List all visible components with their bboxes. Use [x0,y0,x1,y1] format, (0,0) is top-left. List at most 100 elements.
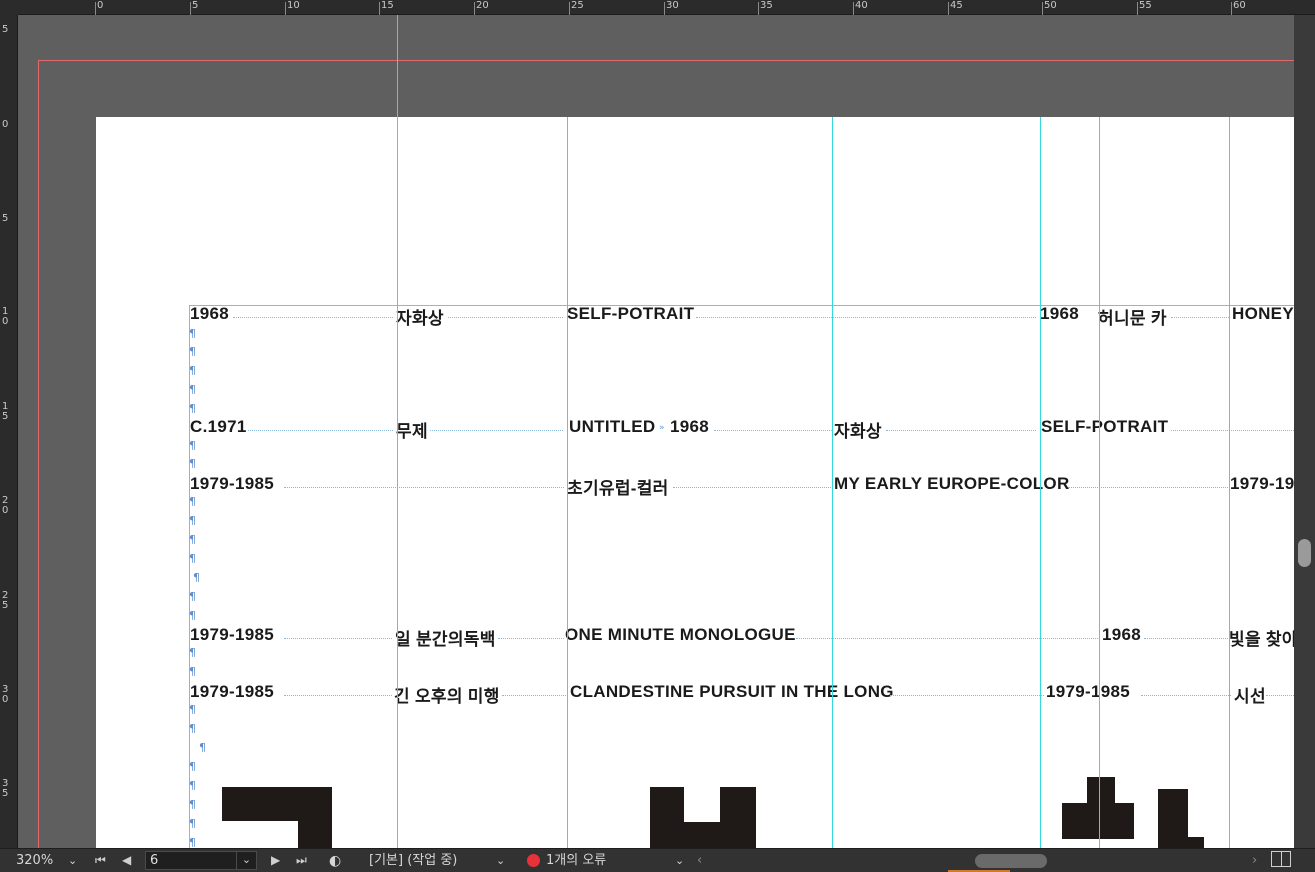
first-page-icon[interactable]: ⏮ [95,853,106,868]
cell-title-ko: 무제 [396,422,428,441]
indesign-window: 0 5 10 15 20 25 30 35 40 45 50 55 60 5 0… [0,0,1315,872]
horizontal-ruler[interactable]: 0 5 10 15 20 25 30 35 40 45 50 55 60 [0,0,1315,15]
tab-leader [502,695,568,696]
ruler-label: 5 [2,213,9,224]
ruler-label: 2 5 [2,590,9,611]
tab-mark: » [659,423,665,433]
cell-title-ko: 긴 오후의 미행 [394,687,500,706]
paragraph-mark: ¶ [189,665,196,678]
ruler-label: 10 [287,0,300,11]
paragraph-mark: ¶ [189,779,196,792]
scroll-left-icon[interactable]: ‹ [697,852,702,870]
ruler-label: 35 [760,0,773,11]
cell-title-en: MY EARLY EUROPE-COLOR [834,474,1070,493]
ruler-origin[interactable] [0,0,18,15]
text-frame[interactable] [189,305,1294,857]
cell-year: 1979-1985 [190,682,274,701]
tab-leader [248,430,393,431]
paragraph-mark: ¶ [189,798,196,811]
split-view-icon[interactable] [1271,851,1291,867]
tab-leader [696,317,1036,318]
paragraph-mark: ¶ [189,364,196,377]
paragraph-mark: ¶ [189,722,196,735]
vertical-scrollbar[interactable] [1294,15,1315,848]
cell-title-en: ONE MINUTE MONOLOGUE [565,625,796,644]
tab-leader [430,430,563,431]
tab-leader [1068,487,1228,488]
paragraph-mark: ¶ [189,495,196,508]
cell-year: 1968 [190,304,230,323]
ruler-label: 1 5 [2,401,9,422]
ruler-label: 1 0 [2,306,9,327]
paragraph-mark: ¶ [189,457,196,470]
preflight-icon[interactable]: ◐ [329,852,341,870]
tab-leader [1171,430,1294,431]
scroll-right-icon[interactable]: › [1252,852,1257,870]
ruler-label: 25 [571,0,584,11]
ruler-label: 55 [1139,0,1152,11]
document-page[interactable]: 1968 자화상 SELF-POTRAIT 1968 허니문 카 HONEYM … [96,117,1294,857]
preflight-profile[interactable]: [기본] (작업 중) [369,852,457,870]
cell-title-ko: 일 분간의독백 [395,630,496,649]
tab-leader [1144,638,1228,639]
last-page-icon[interactable]: ⏭ [296,853,307,868]
cell-year: 1968 [1102,625,1142,644]
vertical-ruler[interactable]: 5 0 5 1 0 1 5 2 0 2 5 3 0 3 5 [0,15,18,848]
page-number-value[interactable]: 6 [150,852,158,869]
page-number-field[interactable]: 6 ⌄ [145,851,257,870]
next-page-icon[interactable]: ▶ [271,853,280,867]
cell-title-en: SELF-POTRAIT [1041,417,1169,436]
paragraph-mark: ¶ [189,402,196,415]
cell-title-ko: 시선 [1234,687,1266,706]
tab-leader [714,430,832,431]
tab-leader [1171,317,1229,318]
profile-dropdown-chevron-icon[interactable]: ⌄ [496,852,505,870]
cell-title-ko: 자화상 [396,309,444,328]
tab-leader [673,487,831,488]
paragraph-mark: ¶ [189,646,196,659]
page-dropdown-chevron-icon[interactable]: ⌄ [236,852,256,869]
paragraph-mark: ¶ [199,741,206,754]
tab-leader [886,430,1036,431]
tab-leader [233,317,393,318]
paragraph-mark: ¶ [189,817,196,830]
vertical-scrollbar-thumb[interactable] [1298,539,1311,567]
ruler-label: 5 [2,24,9,35]
ruler-label: 40 [855,0,868,11]
ruler-label: 60 [1233,0,1246,11]
cell-title-en: UNTITLED [569,417,656,436]
cell-title-en: HONEYM [1232,304,1294,323]
tab-leader [284,638,392,639]
tab-leader [284,695,392,696]
cell-year: 1979-1985 [1046,682,1130,701]
tab-leader [1141,695,1231,696]
ruler-label: 15 [381,0,394,11]
ruler-label: 0 [97,0,104,11]
tab-leader [796,638,1098,639]
paragraph-mark: ¶ [189,533,196,546]
ruler-label: 2 0 [2,495,9,516]
cell-year: 1979-1985 [190,625,274,644]
zoom-dropdown-chevron-icon[interactable]: ⌄ [68,852,77,870]
cell-title-ko: 초기유럽-컬러 [567,479,669,498]
ruler-label: 3 5 [2,778,9,799]
paragraph-mark: ¶ [189,609,196,622]
zoom-level[interactable]: 320% [16,852,53,870]
ruler-label: 3 0 [2,684,9,705]
ruler-label: 45 [950,0,963,11]
paragraph-mark: ¶ [189,345,196,358]
cell-year: C.1971 [190,417,247,436]
tab-leader [890,695,1044,696]
paragraph-mark: ¶ [189,514,196,527]
cell-year: 1968 [670,417,710,436]
ruler-label: 5 [192,0,199,11]
prev-page-icon[interactable]: ◀ [122,853,131,867]
horizontal-scrollbar-thumb[interactable] [975,854,1047,868]
tab-leader [448,317,563,318]
paragraph-mark: ¶ [189,552,196,565]
error-count[interactable]: 1개의 오류 [546,852,606,870]
paragraph-mark: ¶ [189,760,196,773]
cell-year: 1979-19 [1230,474,1294,493]
error-dropdown-chevron-icon[interactable]: ⌄ [675,852,684,870]
ruler-label: 0 [2,119,9,130]
